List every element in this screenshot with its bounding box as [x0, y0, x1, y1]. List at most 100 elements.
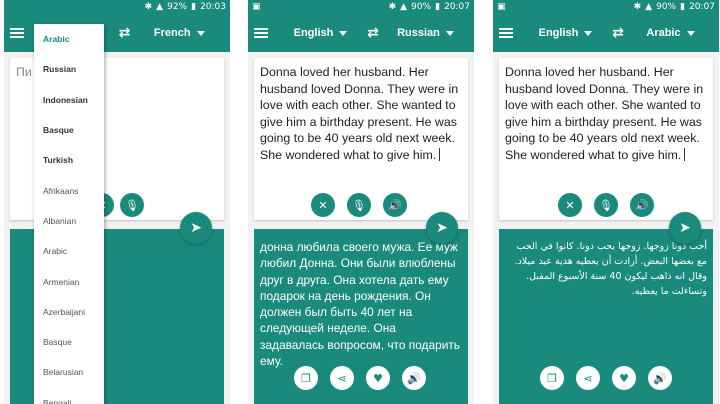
clear-button[interactable]: ✕ [311, 193, 335, 217]
source-language-selector[interactable]: English [278, 27, 363, 39]
bluetooth-icon: ✱ [388, 2, 397, 12]
clock: 20:03 [200, 2, 226, 12]
swap-icon[interactable]: ⇄ [363, 25, 383, 41]
battery-level: 90% [411, 2, 432, 12]
swap-icon[interactable]: ⇄ [608, 25, 628, 41]
heart-icon: ♥ [373, 371, 383, 385]
speaker-icon: 🔊 [635, 198, 649, 212]
copy-icon: ❐ [301, 371, 311, 385]
speak-output-button[interactable]: 🔊 [402, 366, 426, 390]
menu-icon[interactable] [10, 28, 24, 38]
speaker-icon: 🔊 [407, 371, 421, 385]
status-bar: ▣ ✱ ▲ 90% ▮ 20:07 [493, 0, 719, 14]
dropdown-item[interactable]: Basque [34, 327, 104, 357]
dropdown-item[interactable]: Azerbaijani [34, 297, 104, 327]
dropdown-item[interactable]: Armenian [34, 266, 104, 296]
copy-button[interactable]: ❐ [540, 366, 564, 390]
send-icon: ➤ [190, 220, 202, 236]
chevron-down-icon [339, 30, 348, 36]
send-icon: ➤ [436, 220, 448, 236]
chevron-down-icon [584, 30, 593, 36]
swap-icon[interactable]: ⇄ [115, 25, 135, 41]
dropdown-item[interactable]: Afrikaans [34, 175, 104, 205]
dropdown-item[interactable]: Arabic [34, 24, 104, 54]
send-icon: ➤ [679, 220, 691, 236]
phone-screen-1: ✱ ▲ 92% ▮ 20:03 ⇄ French Пи ✕ 🎙 ➤ Arabic… [4, 0, 230, 404]
copy-button[interactable]: ❐ [294, 366, 318, 390]
source-language-label: English [538, 27, 579, 39]
dropdown-item[interactable]: Turkish [34, 145, 104, 175]
close-icon: ✕ [318, 198, 328, 212]
share-icon: ⋖ [337, 371, 347, 385]
menu-icon[interactable] [499, 28, 513, 38]
input-text[interactable]: Donna loved her husband. Her husband lov… [505, 64, 707, 163]
target-language-label: Russian [397, 27, 440, 39]
dropdown-item[interactable]: Indonesian [34, 85, 104, 115]
close-icon: ✕ [565, 198, 575, 212]
battery-icon: ▮ [191, 2, 197, 12]
status-bar: ✱ ▲ 92% ▮ 20:03 [4, 0, 230, 14]
speak-input-button[interactable]: 🔊 [383, 193, 407, 217]
output-card: أحب دونا زوجها. زوجها يحب دونا. كانوا في… [499, 229, 713, 404]
toolbar: English ⇄ Russian [248, 14, 474, 52]
image-icon: ▣ [497, 2, 506, 12]
copy-icon: ❐ [547, 371, 557, 385]
battery-level: 90% [656, 2, 677, 12]
clock: 20:07 [689, 2, 715, 12]
chevron-down-icon [445, 30, 454, 36]
battery-icon: ▮ [435, 2, 441, 12]
dropdown-item[interactable]: Basque [34, 115, 104, 145]
dropdown-item[interactable]: Bengali [34, 388, 104, 404]
bluetooth-icon: ✱ [633, 2, 642, 12]
toolbar: English ⇄ Arabic [493, 14, 719, 52]
target-language-selector[interactable]: French [135, 27, 224, 39]
dropdown-item[interactable]: Albanian [34, 206, 104, 236]
send-button[interactable]: ➤ [180, 212, 212, 244]
phone-screen-2: ▣ ✱ ▲ 90% ▮ 20:07 English ⇄ Russian Donn… [248, 0, 474, 404]
bluetooth-icon: ✱ [144, 2, 153, 12]
target-language-selector[interactable]: Arabic [628, 27, 713, 39]
menu-icon[interactable] [254, 28, 268, 38]
chevron-down-icon [686, 30, 695, 36]
speak-input-button[interactable]: 🔊 [630, 193, 654, 217]
source-language-selector[interactable]: English [523, 27, 608, 39]
dropdown-item[interactable]: Russian [34, 54, 104, 84]
output-card: донна любила своего мужа. Ее муж любил Д… [254, 229, 468, 404]
input-text[interactable]: Donna loved her husband. Her husband lov… [260, 64, 462, 163]
target-language-label: Arabic [646, 27, 681, 39]
send-button[interactable]: ➤ [426, 212, 458, 244]
phone-screen-3: ▣ ✱ ▲ 90% ▮ 20:07 English ⇄ Arabic Donna… [493, 0, 719, 404]
signal-icon: ▲ [156, 2, 164, 12]
signal-icon: ▲ [400, 2, 408, 12]
clock: 20:07 [444, 2, 470, 12]
speak-output-button[interactable]: 🔊 [648, 366, 672, 390]
share-button[interactable]: ⋖ [576, 366, 600, 390]
status-bar: ▣ ✱ ▲ 90% ▮ 20:07 [248, 0, 474, 14]
chevron-down-icon [196, 30, 205, 36]
send-button[interactable]: ➤ [669, 212, 701, 244]
source-language-label: English [293, 27, 334, 39]
clear-button[interactable]: ✕ [558, 193, 582, 217]
mic-button[interactable]: 🎙 [120, 193, 144, 217]
battery-icon: ▮ [680, 2, 686, 12]
signal-icon: ▲ [645, 2, 653, 12]
dropdown-item[interactable]: Belarusian [34, 357, 104, 387]
language-dropdown[interactable]: Arabic Russian Indonesian Basque Turkish… [34, 24, 104, 404]
target-language-label: French [153, 27, 191, 39]
mic-icon: 🎙 [599, 198, 613, 212]
share-button[interactable]: ⋖ [330, 366, 354, 390]
speaker-icon: 🔊 [653, 371, 667, 385]
favorite-button[interactable]: ♥ [366, 366, 390, 390]
share-icon: ⋖ [583, 371, 593, 385]
favorite-button[interactable]: ♥ [612, 366, 636, 390]
battery-level: 92% [167, 2, 188, 12]
mic-button[interactable]: 🎙 [594, 193, 618, 217]
target-language-selector[interactable]: Russian [383, 27, 468, 39]
image-icon: ▣ [252, 2, 261, 12]
mic-icon: 🎙 [352, 198, 366, 212]
mic-icon: 🎙 [125, 198, 139, 212]
heart-icon: ♥ [619, 371, 629, 385]
translation-output: донна любила своего мужа. Ее муж любил Д… [260, 240, 461, 369]
dropdown-item[interactable]: Arabic [34, 236, 104, 266]
mic-button[interactable]: 🎙 [347, 193, 371, 217]
